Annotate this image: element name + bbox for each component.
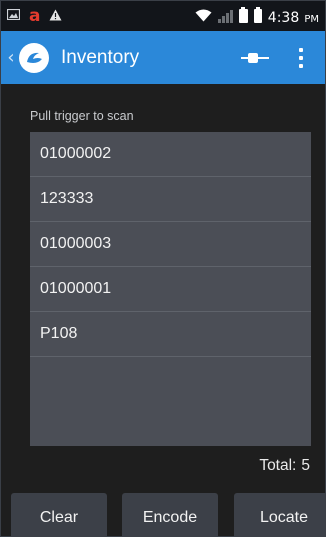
battery-icon	[253, 7, 262, 23]
tag-list[interactable]: 01000002 123333 01000003 01000001 P108	[30, 132, 311, 446]
clock-ampm: PM	[304, 13, 319, 25]
app-logo[interactable]	[19, 42, 49, 73]
action-bar: ‹ Inventory	[1, 31, 325, 84]
trigger-mode-icon[interactable]	[241, 46, 271, 70]
list-item[interactable]: 01000003	[30, 222, 311, 267]
total-label: Total:	[259, 457, 297, 474]
clock: 4:38 PM	[268, 7, 319, 26]
back-chevron-icon[interactable]: ‹	[3, 47, 19, 68]
gallery-icon	[6, 8, 21, 23]
locate-button[interactable]: Locate	[234, 493, 326, 537]
overflow-menu-icon[interactable]	[291, 46, 311, 70]
clock-time: 4:38	[267, 9, 300, 26]
warning-icon	[49, 9, 62, 24]
system-icons: 4:38 PM	[195, 7, 319, 26]
signal-icon	[217, 9, 233, 23]
app-window: a 4:38 PM ‹ Inventory Pull trigger to sc…	[0, 0, 326, 537]
app-logo-icon	[27, 52, 42, 63]
sim-icon	[238, 7, 248, 23]
list-item[interactable]: 01000001	[30, 267, 311, 312]
status-bar: a 4:38 PM	[1, 1, 325, 31]
clear-button[interactable]: Clear	[11, 493, 107, 537]
total-count: Total: 5	[259, 457, 310, 475]
scan-hint: Pull trigger to scan	[30, 109, 134, 123]
notification-icons: a	[6, 6, 62, 26]
list-item[interactable]: 01000002	[30, 132, 311, 177]
amazon-icon: a	[29, 6, 41, 26]
wifi-icon	[195, 7, 212, 26]
total-value: 5	[301, 457, 310, 474]
page-title: Inventory	[61, 46, 140, 68]
encode-button[interactable]: Encode	[122, 493, 218, 537]
list-item[interactable]: 123333	[30, 177, 311, 222]
list-item[interactable]: P108	[30, 312, 311, 357]
